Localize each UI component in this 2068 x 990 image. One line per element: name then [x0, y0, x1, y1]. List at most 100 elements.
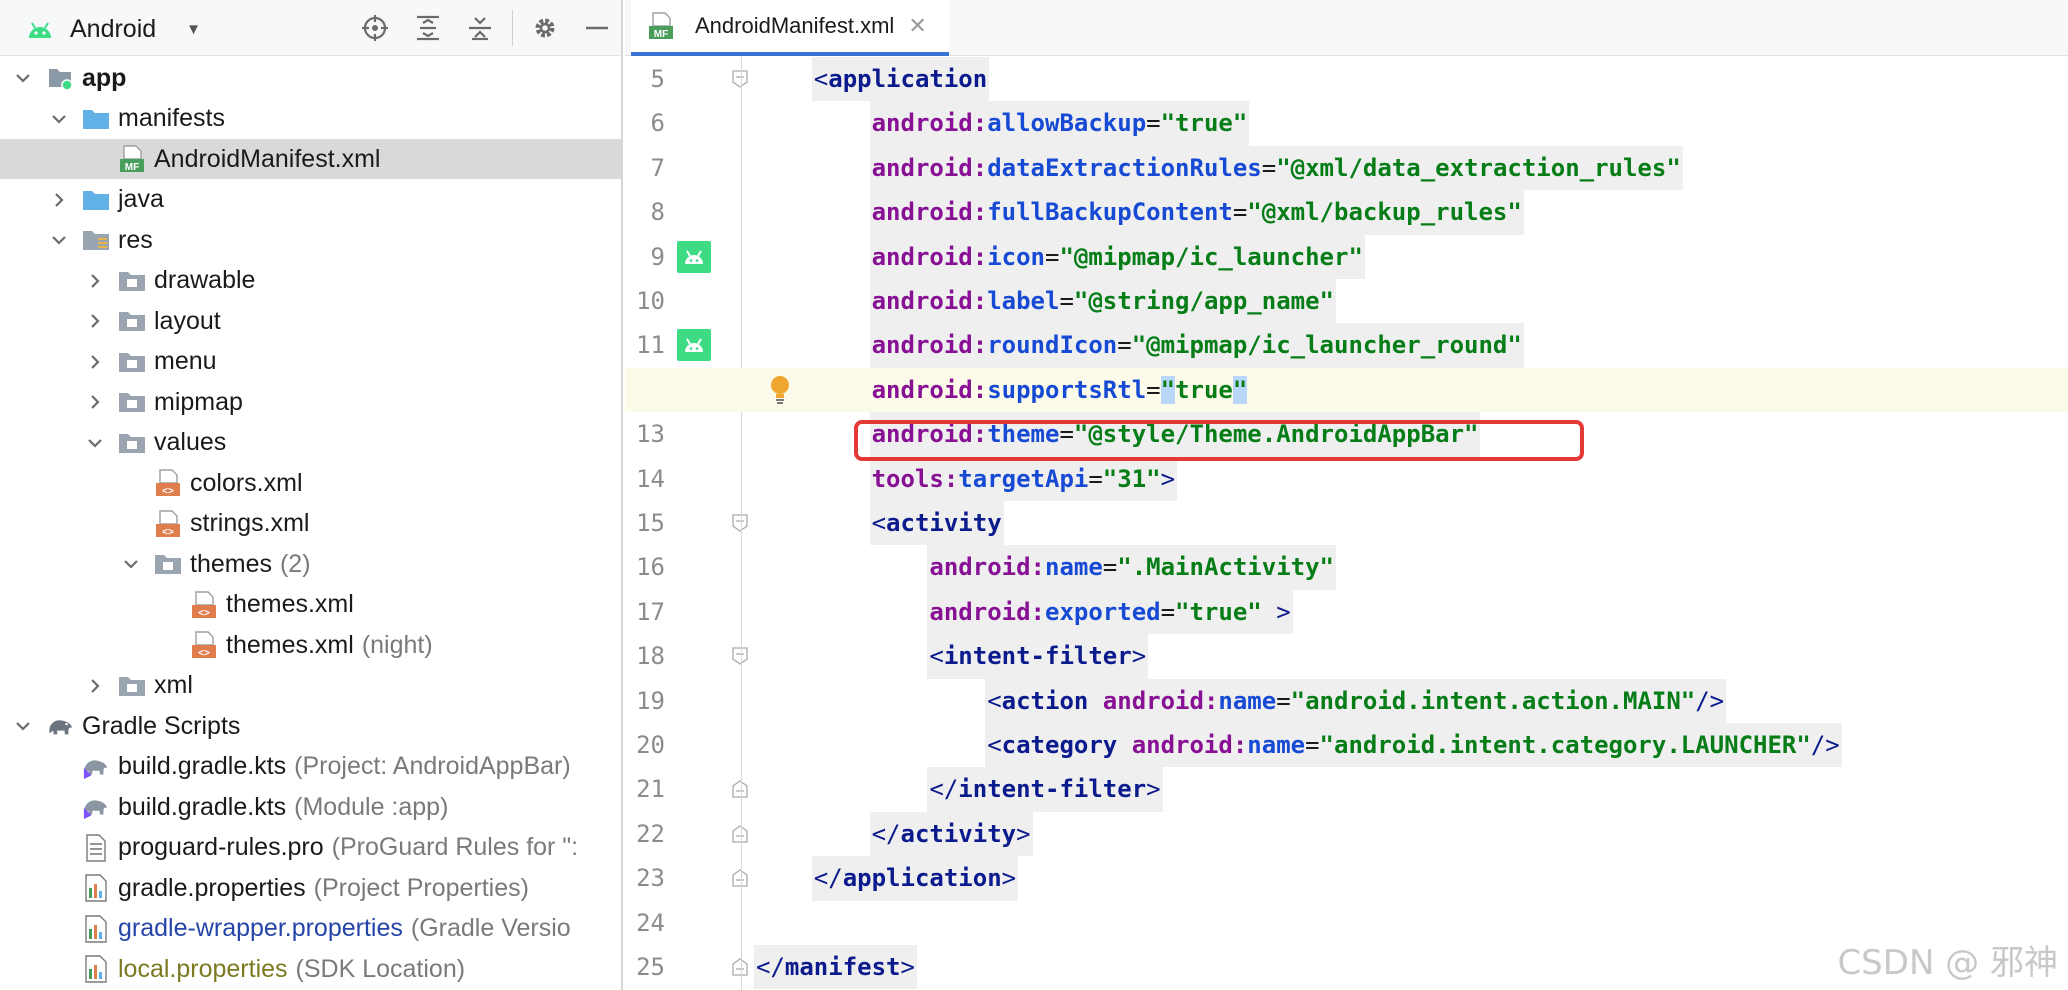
tree-item[interactable]: res	[0, 220, 621, 260]
chevron-down-icon: ▼	[186, 20, 202, 38]
chevron-right-icon[interactable]	[50, 191, 68, 209]
tree-item[interactable]: mipmap	[0, 382, 621, 422]
code-text: android:name=".MainActivity"	[929, 545, 1334, 589]
code-text: tools:targetApi="31">	[872, 457, 1175, 501]
tree-item-label: gradle.properties	[118, 873, 306, 902]
code-line[interactable]: android:name=".MainActivity"	[625, 545, 2068, 590]
tree-item-label: build.gradle.kts	[118, 792, 287, 821]
code-token: "android.intent.action.MAIN"	[1290, 686, 1696, 715]
tree-item[interactable]: values	[0, 423, 621, 463]
code-token: "true"	[1160, 109, 1248, 138]
svg-text:<>: <>	[198, 608, 210, 619]
code-line[interactable]: android:roundIcon="@mipmap/ic_launcher_r…	[625, 323, 2068, 368]
minimize-icon[interactable]	[581, 12, 613, 44]
code-text: android:dataExtractionRules="@xml/data_e…	[872, 146, 1681, 190]
editor-tab[interactable]: MF AndroidManifest.xml ✕	[631, 0, 949, 56]
code-token: =	[1045, 242, 1060, 271]
code-token: >	[1160, 464, 1176, 493]
view-selector-dropdown[interactable]: Android ▼	[26, 11, 201, 47]
code-area[interactable]: <application android:allowBackup="true" an…	[625, 57, 2068, 990]
tree-item[interactable]: proguard-rules.pro (ProGuard Rules for ":	[0, 828, 621, 868]
chevron-right-icon[interactable]	[86, 677, 104, 695]
code-line[interactable]: android:supportsRtl="true"	[625, 367, 2068, 412]
tree-item[interactable]: manifests	[0, 99, 621, 139]
code-line[interactable]: tools:targetApi="31">	[625, 456, 2068, 501]
code-line[interactable]: </intent-filter>	[625, 767, 2068, 812]
tree-item[interactable]: <> themes.xml (night)	[0, 625, 621, 665]
code-line[interactable]: </activity>	[625, 811, 2068, 857]
collapse-all-icon[interactable]	[464, 12, 496, 44]
tree-item[interactable]: menu	[0, 342, 621, 382]
tree-item[interactable]: <> colors.xml	[0, 463, 621, 503]
close-icon[interactable]: ✕	[908, 13, 926, 39]
code-token: :	[972, 198, 988, 227]
tree-item-label: mipmap	[154, 387, 243, 416]
watermark: CSDN @ 邪神	[1837, 943, 2058, 983]
code-token: =	[1160, 597, 1176, 626]
code-line[interactable]: android:label="@string/app_name"	[625, 279, 2068, 324]
tree-item[interactable]: gradle.properties (Project Properties)	[0, 868, 621, 908]
gear-icon[interactable]	[529, 12, 561, 44]
code-line[interactable]: android:icon="@mipmap/ic_launcher"	[625, 234, 2068, 279]
code-line[interactable]: android:allowBackup="true"	[625, 101, 2068, 146]
code-line[interactable]: android:dataExtractionRules="@xml/data_e…	[625, 145, 2068, 191]
code-line[interactable]: android:exported="true" >	[625, 589, 2068, 635]
folder-icon	[82, 105, 110, 133]
code-line[interactable]: <intent-filter>	[625, 634, 2068, 679]
code-token: android	[871, 242, 973, 271]
tree-item[interactable]: local.properties (SDK Location)	[0, 949, 621, 989]
tree-item[interactable]: <> strings.xml	[0, 504, 621, 544]
chevron-down-icon[interactable]	[14, 717, 32, 735]
code-token: exported	[1045, 597, 1161, 626]
code-line[interactable]: <activity	[625, 501, 2068, 546]
code-token: :	[1030, 553, 1045, 582]
tree-item[interactable]: MF AndroidManifest.xml	[0, 139, 621, 179]
manifest-file-icon: MF	[118, 145, 146, 173]
chevron-right-icon[interactable]	[86, 272, 104, 290]
code-token: :	[972, 287, 988, 315]
lightbulb-icon[interactable]	[768, 374, 792, 406]
code-line[interactable]: </application>	[625, 856, 2068, 901]
code-token: android	[871, 109, 973, 138]
chevron-down-icon[interactable]	[50, 231, 68, 249]
chevron-down-icon[interactable]	[14, 69, 32, 87]
chevron-right-icon[interactable]	[86, 393, 104, 411]
tree-item-hint: (Project: AndroidAppBar)	[294, 752, 571, 780]
code-token: :	[972, 153, 988, 182]
code-token: :	[972, 109, 988, 138]
tree-item[interactable]: build.gradle.kts (Project: AndroidAppBar)	[0, 747, 621, 787]
code-token: activity	[900, 819, 1017, 848]
svg-text:<>: <>	[162, 527, 174, 538]
code-token: "@mipmap/ic_launcher"	[1059, 242, 1363, 271]
code-token: "@mipmap/ic_launcher_round"	[1131, 331, 1522, 360]
chevron-down-icon[interactable]	[86, 434, 104, 452]
gradle-elephant-icon	[46, 712, 74, 740]
tree-item[interactable]: xml	[0, 666, 621, 706]
code-token: ".MainActivity"	[1117, 553, 1334, 582]
tree-item[interactable]: Gradle Scripts	[0, 706, 621, 746]
code-line[interactable]: android:fullBackupContent="@xml/backup_r…	[625, 190, 2068, 235]
tree-item[interactable]: <> themes.xml	[0, 585, 621, 625]
code-line[interactable]: <application	[625, 57, 2068, 102]
tree-item-label: themes	[190, 549, 272, 578]
chevron-down-icon[interactable]	[122, 555, 140, 573]
tree-item[interactable]: build.gradle.kts (Module :app)	[0, 787, 621, 827]
code-line[interactable]: <action android:name="android.intent.act…	[625, 678, 2068, 723]
code-token: :	[972, 242, 988, 271]
chevron-down-icon[interactable]	[50, 110, 68, 128]
code-line[interactable]: <category android:name="android.intent.c…	[625, 723, 2068, 768]
android-logo-icon	[29, 22, 51, 38]
code-text: android:exported="true" >	[929, 590, 1290, 634]
locate-icon[interactable]	[359, 12, 391, 44]
tree-item[interactable]: app	[0, 58, 621, 98]
expand-all-icon[interactable]	[412, 12, 444, 44]
code-text: android:icon="@mipmap/ic_launcher"	[872, 235, 1363, 279]
tree-item[interactable]: drawable	[0, 261, 621, 301]
tree-item[interactable]: layout	[0, 301, 621, 341]
tree-item[interactable]: gradle-wrapper.properties (Gradle Versio	[0, 909, 621, 949]
chevron-right-icon[interactable]	[86, 353, 104, 371]
code-token: label	[987, 287, 1060, 315]
chevron-right-icon[interactable]	[86, 312, 104, 330]
tree-item[interactable]: themes (2)	[0, 544, 621, 584]
tree-item[interactable]: java	[0, 180, 621, 220]
